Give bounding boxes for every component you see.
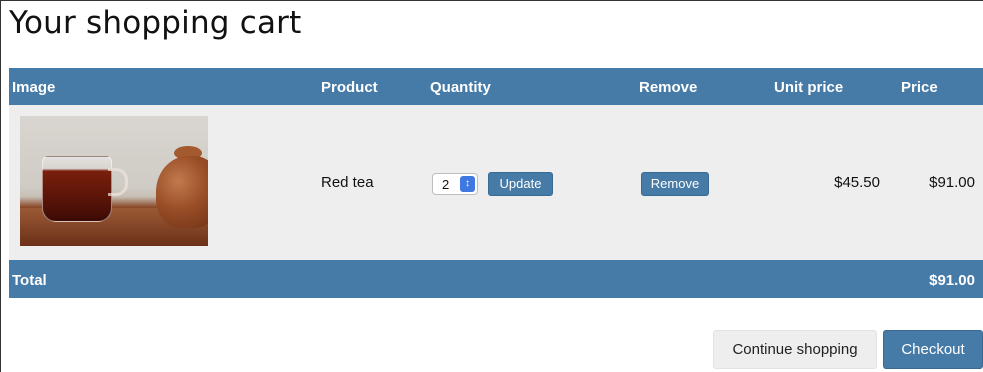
product-image	[20, 116, 208, 246]
total-row: Total $91.00	[9, 260, 983, 298]
header-product: Product	[321, 79, 378, 96]
page-title: Your shopping cart	[9, 5, 302, 41]
table-row: Red tea 2 ↕ Update Remove $45.50 $91.00	[9, 105, 983, 260]
header-image: Image	[12, 79, 56, 96]
update-button[interactable]: Update	[488, 172, 553, 196]
line-price: $91.00	[929, 174, 975, 191]
stepper-arrows-icon[interactable]: ↕	[460, 176, 475, 192]
header-remove: Remove	[639, 79, 698, 96]
quantity-value: 2	[442, 177, 450, 192]
quantity-stepper[interactable]: 2 ↕	[432, 173, 478, 195]
checkout-button[interactable]: Checkout	[883, 330, 983, 369]
total-label: Total	[12, 272, 47, 289]
tea-cup-handle	[108, 168, 128, 196]
header-price: Price	[901, 79, 938, 96]
remove-button[interactable]: Remove	[641, 172, 709, 196]
cart-table-header: Image Product Quantity Remove Unit price…	[9, 68, 983, 105]
product-name: Red tea	[321, 174, 374, 191]
unit-price: $45.50	[834, 174, 880, 191]
tea-cup	[42, 156, 112, 222]
continue-shopping-button[interactable]: Continue shopping	[713, 330, 877, 369]
header-unit-price: Unit price	[774, 79, 844, 96]
total-value: $91.00	[929, 272, 975, 289]
header-quantity: Quantity	[430, 79, 491, 96]
teapot	[156, 156, 208, 228]
